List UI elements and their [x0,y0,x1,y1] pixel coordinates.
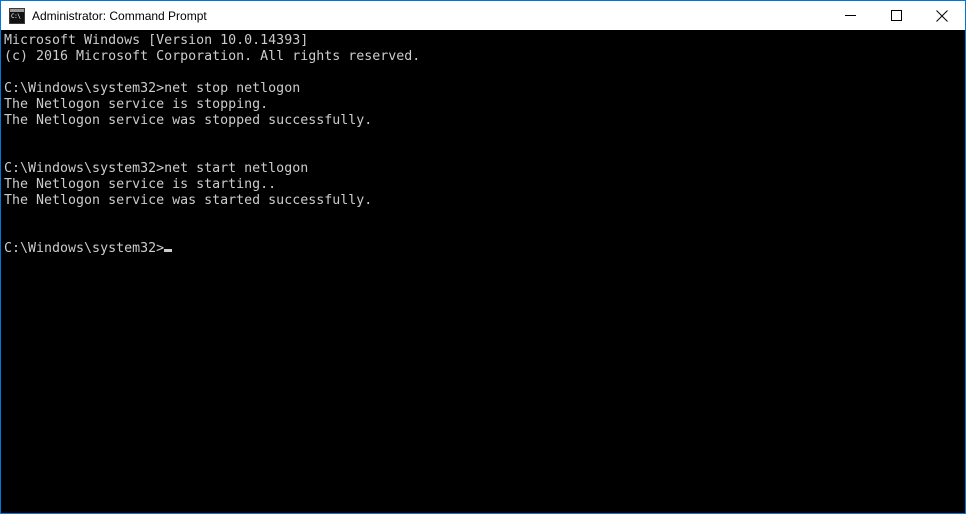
command-prompt-icon: C:\ [9,7,25,24]
close-button[interactable] [919,1,965,30]
window-controls [827,1,965,30]
close-icon [936,9,948,22]
text-cursor [164,249,173,252]
command-prompt-window: C:\ Administrator: Command Prompt Micros… [0,0,966,514]
icon-screen-glyph: C:\ [10,11,24,23]
minimize-icon [844,15,856,16]
maximize-button[interactable] [873,1,919,30]
console-text: Microsoft Windows [Version 10.0.14393] (… [1,30,965,257]
console-prompt-line: C:\Windows\system32> [4,241,165,256]
console-lines: Microsoft Windows [Version 10.0.14393] (… [4,33,421,208]
console-output-area[interactable]: Microsoft Windows [Version 10.0.14393] (… [1,30,965,513]
minimize-button[interactable] [827,1,873,30]
maximize-icon [890,10,902,21]
title-bar[interactable]: C:\ Administrator: Command Prompt [1,1,965,30]
window-title: Administrator: Command Prompt [32,8,207,23]
